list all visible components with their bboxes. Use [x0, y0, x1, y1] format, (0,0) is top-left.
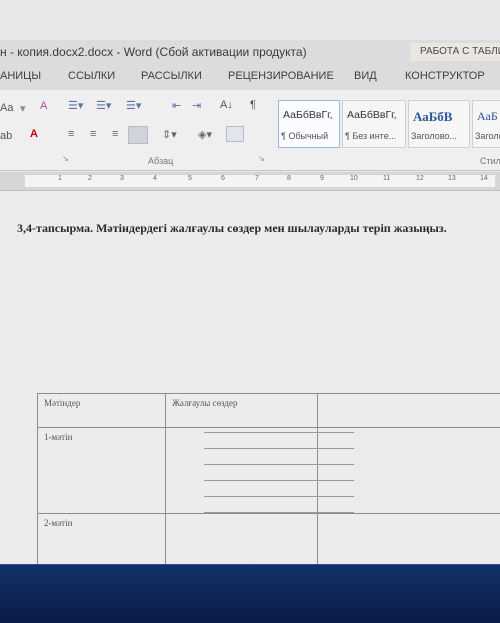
ribbon: Aa ▾ A ab A ☰▾ ☰▾ ☰▾ ⇤ ⇥ A↓ ¶ ≡ ≡ ≡ ⇕▾ ◈… — [0, 90, 500, 171]
tab-design[interactable]: КОНСТРУКТОР — [405, 70, 485, 82]
styles-group-label: Стил — [480, 156, 500, 166]
taskbar — [0, 564, 500, 623]
align-left-icon[interactable]: ≡ — [68, 128, 74, 140]
ruler-tick: 11 — [383, 175, 390, 182]
tab-view[interactable]: ВИД — [354, 70, 377, 82]
change-case-button[interactable]: Aa — [0, 102, 13, 114]
ruler-tick: 4 — [153, 175, 157, 182]
document-title: н - копия.docx2.docx - Word (Сбой актива… — [0, 45, 307, 59]
justify-button[interactable] — [128, 126, 148, 144]
increase-indent-icon[interactable]: ⇥ — [192, 99, 201, 112]
line-spacing-icon[interactable]: ⇕▾ — [162, 128, 177, 141]
ruler-tick: 13 — [448, 175, 456, 182]
document-page[interactable]: 3,4-тапсырма. Мәтіндердегі жалғаулы сөзд… — [0, 191, 500, 600]
font-color-icon[interactable]: A — [30, 128, 38, 140]
style-heading-2[interactable]: АаБ Заголо — [472, 100, 500, 148]
bullets-icon[interactable]: ☰▾ — [68, 99, 83, 112]
style-heading-1[interactable]: АаБбВ Заголово... — [408, 100, 470, 148]
horizontal-ruler[interactable]: 1 2 3 4 5 6 7 8 9 10 11 12 13 14 — [0, 172, 500, 191]
pilcrow-icon[interactable]: ¶ — [250, 99, 256, 111]
borders-icon[interactable] — [226, 126, 244, 142]
align-right-icon[interactable]: ≡ — [112, 128, 118, 140]
sort-icon[interactable]: A↓ — [220, 99, 233, 111]
shading-icon[interactable]: ◈▾ — [198, 128, 212, 141]
multilevel-list-icon[interactable]: ☰▾ — [126, 99, 141, 112]
column-header-texts[interactable]: Мәтіндер — [38, 394, 166, 428]
ruler-tick: 3 — [120, 175, 124, 182]
paragraph-group-label: Абзац — [148, 156, 173, 166]
ribbon-tabs: АНИЦЫ ССЫЛКИ РАССЫЛКИ РЕЦЕНЗИРОВАНИЕ ВИД… — [0, 64, 500, 91]
ruler-tick: 6 — [221, 175, 225, 182]
tab-page-layout[interactable]: АНИЦЫ — [0, 70, 41, 82]
tab-references[interactable]: ССЫЛКИ — [68, 70, 115, 82]
text-highlight-icon[interactable]: ab — [0, 130, 12, 142]
ruler-tick: 14 — [480, 175, 488, 182]
tab-review[interactable]: РЕЦЕНЗИРОВАНИЕ — [228, 70, 334, 82]
task-heading: 3,4-тапсырма. Мәтіндердегі жалғаулы сөзд… — [17, 221, 447, 236]
tab-mailings[interactable]: РАССЫЛКИ — [141, 70, 202, 82]
clear-formatting-icon[interactable]: A — [40, 100, 47, 112]
word-window: н - копия.docx2.docx - Word (Сбой актива… — [0, 0, 500, 600]
ruler-tick: 9 — [320, 175, 324, 182]
decrease-indent-icon[interactable]: ⇤ — [172, 99, 181, 112]
table-tools-context-tab[interactable]: РАБОТА С ТАБЛИ — [410, 43, 500, 61]
title-bar: н - копия.docx2.docx - Word (Сбой актива… — [0, 40, 500, 64]
ruler-tick: 2 — [88, 175, 92, 182]
paragraph-dialog-launcher-icon[interactable]: ↘ — [258, 154, 265, 163]
ruler-tick: 5 — [188, 175, 192, 182]
ruler-tick: 10 — [350, 175, 358, 182]
chevron-down-icon[interactable]: ▾ — [20, 102, 26, 115]
style-no-spacing[interactable]: АаБбВвГг, ¶ Без инте... — [342, 100, 406, 148]
row-label[interactable]: 1-мәтін — [38, 428, 166, 514]
style-normal[interactable]: АаБбВвГг, ¶ Обычный — [278, 100, 340, 148]
answer-lines — [204, 417, 354, 513]
ruler-tick: 1 — [58, 175, 62, 182]
numbering-icon[interactable]: ☰▾ — [96, 99, 111, 112]
ruler-tick: 12 — [416, 175, 424, 182]
ruler-tick: 8 — [287, 175, 291, 182]
align-center-icon[interactable]: ≡ — [90, 128, 96, 140]
font-dialog-launcher-icon[interactable]: ↘ — [62, 154, 69, 163]
ruler-tick: 7 — [255, 175, 259, 182]
